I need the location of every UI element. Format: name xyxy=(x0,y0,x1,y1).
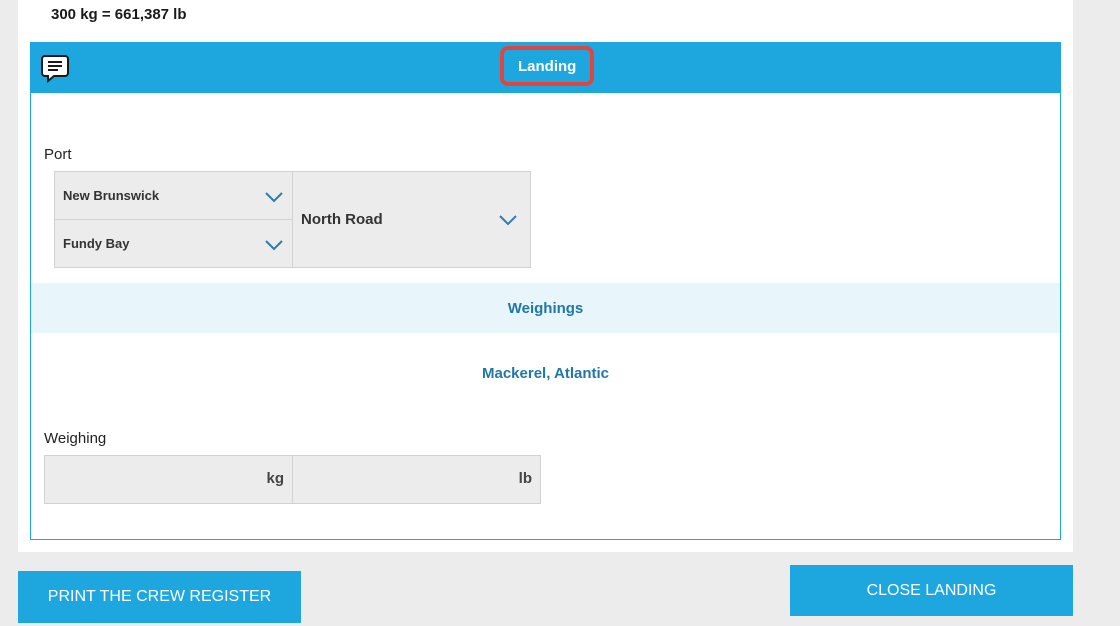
chevron-down-icon xyxy=(265,240,283,251)
lb-unit: lb xyxy=(518,470,532,487)
kg-unit: kg xyxy=(266,470,284,487)
panel-title: Landing xyxy=(500,46,595,86)
landing-panel: Landing Port New Brunswick Fundy Bay Nor… xyxy=(30,42,1061,540)
port-select[interactable]: North Road xyxy=(292,171,531,268)
weighing-kg-input[interactable]: kg xyxy=(44,455,293,504)
province-value: New Brunswick xyxy=(63,188,160,203)
panel-header: Landing xyxy=(31,43,1060,93)
chevron-down-icon xyxy=(499,215,517,226)
comment-icon[interactable] xyxy=(40,53,70,84)
province-select[interactable]: New Brunswick xyxy=(54,171,293,220)
print-crew-register-button[interactable]: PRINT THE CREW REGISTER xyxy=(18,571,301,623)
port-value: North Road xyxy=(301,211,383,228)
weight-conversion-text: 300 kg = 661,387 lb xyxy=(51,6,187,23)
area-select[interactable]: Fundy Bay xyxy=(54,219,293,268)
port-label: Port xyxy=(44,146,72,163)
weighing-label: Weighing xyxy=(44,430,107,447)
chevron-down-icon xyxy=(265,192,283,203)
species-name: Mackerel, Atlantic xyxy=(482,365,609,382)
area-value: Fundy Bay xyxy=(63,236,130,251)
weighing-lb-input[interactable]: lb xyxy=(292,455,541,504)
weighings-header: Weighings xyxy=(31,283,1060,333)
close-landing-button[interactable]: CLOSE LANDING xyxy=(790,565,1073,616)
